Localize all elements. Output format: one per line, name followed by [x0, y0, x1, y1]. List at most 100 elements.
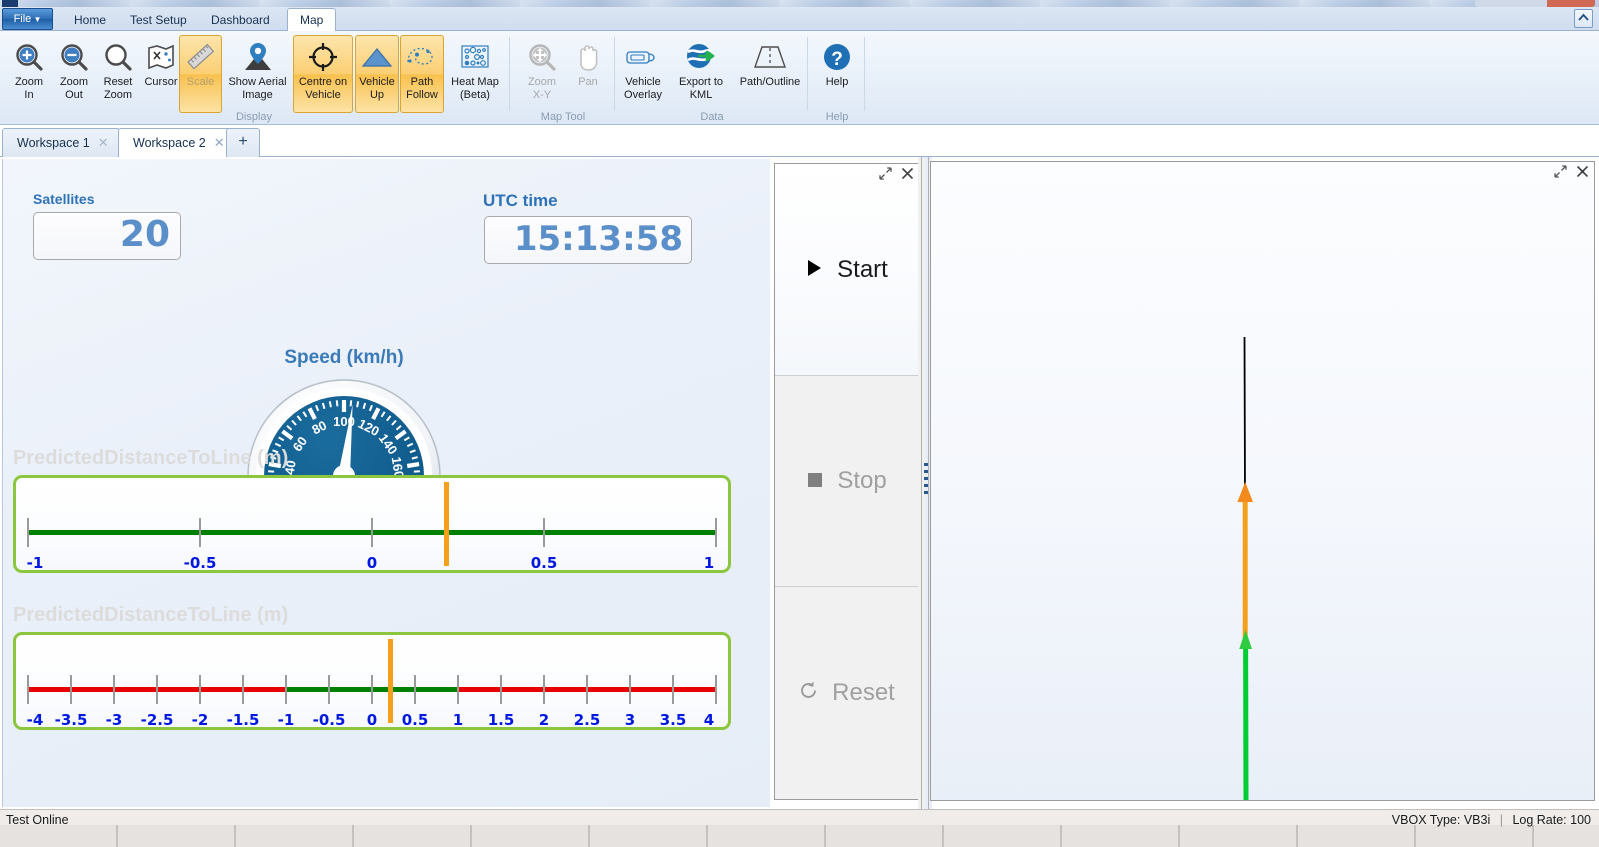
- ribbon-tab-map[interactable]: Map: [287, 8, 337, 32]
- file-menu-button[interactable]: File ▼: [2, 8, 53, 30]
- ribbon-group-label: Display: [235, 111, 273, 123]
- speed-label: Speed (km/h): [284, 347, 404, 368]
- chevron-down-icon: ▼: [31, 15, 42, 24]
- gauge-tick: [285, 675, 287, 704]
- ribbon-button-zoom-xy[interactable]: Zoom X-Y: [516, 35, 568, 113]
- app-icon: [2, 0, 18, 7]
- splitter-grip[interactable]: [924, 463, 928, 503]
- ribbon-tab-dashboard[interactable]: Dashboard: [199, 9, 282, 31]
- add-workspace-button[interactable]: +: [226, 128, 260, 157]
- ribbon-group-help: ? Help Help: [810, 31, 864, 125]
- gauge-tick-label: 0: [366, 554, 378, 572]
- gauge-tick: [414, 675, 416, 704]
- gauge-tick: [629, 675, 631, 704]
- workspace-tab-label: Workspace 1: [17, 136, 90, 150]
- ribbon-button-label: Scale: [186, 76, 215, 88]
- workspace-tab-2[interactable]: Workspace 2 ✕: [118, 128, 236, 157]
- gauge-tick-label: 4: [703, 711, 715, 729]
- gauge-tick-label: -1.5: [226, 711, 260, 729]
- ribbon-tab-label: Test Setup: [130, 13, 187, 27]
- globe-export-icon: [671, 40, 731, 74]
- ribbon-group-map-tool: Zoom X-Y Pan Map Tool: [512, 31, 614, 125]
- heat-map-icon: [448, 40, 502, 74]
- map-panel-tools: [1554, 165, 1589, 178]
- svg-text:?: ?: [831, 49, 843, 70]
- ribbon-button-scale[interactable]: Scale: [179, 35, 222, 113]
- satellites-value: 20: [33, 212, 181, 260]
- ribbon-group-display: Zoom In Zoom Out Reset Zoom Cursor Scale…: [0, 31, 509, 125]
- gauge-tick-label: -4: [26, 711, 44, 729]
- ribbon-button-label: Heat Map (Beta): [451, 76, 499, 101]
- ribbon-separator: [807, 37, 808, 111]
- splitter-edge: [921, 157, 922, 809]
- gauge-tick: [715, 518, 717, 547]
- utc-time-value: 15:13:58: [484, 216, 692, 264]
- gauge-tick-label: 3: [624, 711, 636, 729]
- gauge-tick: [199, 518, 201, 547]
- gauge-2: -4 -3.5 -3 -2.5 -2 -1.5 -1 -0.5 0 0.5 1 1.5 2 2.5 3 3.5…: [13, 632, 731, 730]
- gauge-tick: [70, 675, 72, 704]
- gauge-tick-label: -0.5: [183, 554, 217, 572]
- ribbon-button-show-aerial-image[interactable]: Show Aerial Image: [225, 35, 290, 113]
- map-pane[interactable]: [930, 161, 1595, 801]
- gauge-tick: [371, 518, 373, 547]
- expand-icon[interactable]: [879, 167, 892, 180]
- close-icon[interactable]: ✕: [98, 129, 109, 156]
- ribbon-button-heat-map[interactable]: Heat Map (Beta): [447, 35, 503, 113]
- gauge-tick: [543, 518, 545, 547]
- ribbon-button-path-follow[interactable]: Path Follow: [400, 35, 444, 113]
- gauge-tick: [27, 518, 29, 547]
- gauge-tick-label: -1: [26, 554, 44, 572]
- workspace-tab-1[interactable]: Workspace 1 ✕: [2, 128, 120, 157]
- window-title-bar: [0, 0, 1599, 7]
- ribbon-button-path-outline[interactable]: Path/Outline: [733, 35, 807, 113]
- ribbon-button-label: Export to KML: [678, 76, 724, 101]
- start-button[interactable]: Start: [775, 164, 919, 375]
- window-controls[interactable]: [1475, 0, 1595, 7]
- map-canvas[interactable]: [931, 162, 1595, 801]
- ribbon-button-centre-on-vehicle[interactable]: Centre on Vehicle: [293, 35, 353, 113]
- ribbon-button-pan[interactable]: Pan: [562, 35, 614, 113]
- gauge-tick-label: 2: [538, 711, 550, 729]
- gauge-tick: [500, 675, 502, 704]
- gauge-tick: [156, 675, 158, 704]
- gauge-tick-label: 0: [366, 711, 378, 729]
- start-arrow-icon: [1239, 630, 1252, 649]
- ribbon-button-label: Centre on Vehicle: [298, 76, 348, 101]
- close-icon[interactable]: ✕: [214, 129, 225, 156]
- close-icon[interactable]: [1576, 165, 1589, 178]
- gauge-tick-label: -2.5: [140, 711, 174, 729]
- ribbon-button-export-to-kml[interactable]: Export to KML: [670, 35, 732, 113]
- zoom-xy-icon: [517, 40, 567, 74]
- file-menu-label: File: [13, 13, 32, 25]
- ribbon-button-vehicle-up[interactable]: Vehicle Up: [355, 35, 399, 113]
- gauge-tick: [27, 675, 29, 704]
- ribbon-collapse-button[interactable]: [1574, 9, 1593, 28]
- status-bar-right: VBOX Type: VB3i | Log Rate: 100: [1392, 813, 1591, 827]
- ruler-icon: [180, 40, 221, 74]
- path-follow-icon: [401, 40, 443, 74]
- ribbon-button-label: Path/Outline: [739, 76, 801, 88]
- ribbon-button-label: Vehicle Overlay: [624, 76, 662, 101]
- ribbon-tab-home[interactable]: Home: [62, 9, 118, 31]
- gauge-1: -1 -0.5 0 0.5 1: [13, 475, 731, 573]
- ribbon-button-vehicle-overlay[interactable]: Vehicle Overlay: [617, 35, 669, 113]
- gauge-tick-label: -2: [191, 711, 209, 729]
- ribbon-button-help[interactable]: ? Help: [811, 35, 863, 113]
- expand-icon[interactable]: [1554, 165, 1567, 178]
- gauge-tick: [543, 675, 545, 704]
- ribbon-tab-test-setup[interactable]: Test Setup: [118, 9, 199, 31]
- stop-button: Stop: [775, 375, 919, 586]
- satellites-label: Satellites: [33, 191, 95, 207]
- gauge-tick-label: -0.5: [312, 711, 346, 729]
- ribbon-tab-bar: File ▼ Home Test Setup Dashboard Map: [0, 7, 1599, 32]
- gauge-tick: [586, 675, 588, 704]
- vehicle-arrow-icon: [1237, 482, 1253, 502]
- ribbon-button-label: Pan: [578, 76, 598, 88]
- ribbon-group-label: Data: [700, 111, 724, 123]
- gauge-tick: [457, 675, 459, 704]
- gauge-tick: [199, 675, 201, 704]
- close-icon[interactable]: [901, 167, 914, 180]
- gauge-tick: [715, 675, 717, 704]
- gauge-1-title: PredictedDistanceToLine (m): [13, 447, 289, 469]
